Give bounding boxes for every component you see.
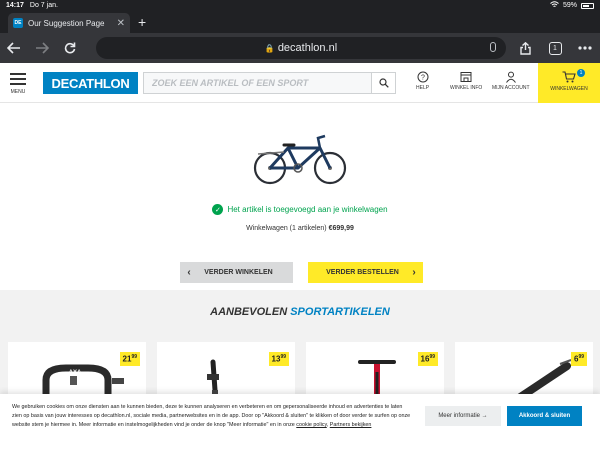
close-tab-icon[interactable]: ✕	[117, 18, 125, 29]
cookie-policy-link[interactable]: cookie policy	[296, 422, 326, 428]
price-tag: 1399	[268, 352, 289, 366]
accept-cookies-button[interactable]: Akkoord & sluiten	[507, 406, 582, 426]
menu-label: MENU	[10, 89, 26, 95]
chevron-right-icon: ›	[412, 267, 416, 278]
store-label: WINKEL INFO	[450, 85, 483, 91]
price-dec: 99	[280, 354, 286, 360]
decathlon-logo[interactable]: DECATHLON	[43, 72, 138, 94]
hamburger-icon	[10, 73, 26, 85]
url-text: decathlon.nl	[277, 42, 338, 54]
lock-icon: 🔒	[264, 43, 275, 53]
store-icon	[460, 72, 472, 82]
recommended-title-accent: SPORTARTIKELEN	[290, 306, 390, 318]
address-bar[interactable]: 🔒 decathlon.nl	[96, 37, 506, 59]
favicon: DE	[13, 18, 23, 28]
battery-percentage: 59%	[562, 2, 577, 9]
site-header: MENU DECATHLON ? HELP WINKEL INFO MIJN A…	[0, 63, 600, 103]
cart-label: WINKELWAGEN	[550, 86, 588, 92]
bike-pump-image	[358, 360, 396, 402]
tabs-button[interactable]: 1	[540, 34, 570, 62]
new-tab-icon[interactable]: +	[138, 13, 146, 31]
product-card[interactable]: 699	[455, 342, 593, 402]
continue-shopping-button[interactable]: ‹ VERDER WINKELEN	[180, 262, 293, 283]
cart-icon	[562, 71, 576, 83]
price-tag: 1699	[417, 352, 438, 366]
recommended-title-main: AANBEVOLEN	[210, 306, 291, 318]
cart-summary-text: Winkelwagen (1 artikelen)	[246, 225, 327, 232]
status-bar: 14:17 Do 7 jan. 59%	[0, 0, 600, 11]
browser-toolbar: 🔒 decathlon.nl 1	[0, 33, 600, 63]
user-icon	[505, 71, 516, 83]
product-card[interactable]: AXA 2199	[8, 342, 146, 402]
search-button[interactable]	[371, 73, 395, 93]
tab-strip: DE Our Suggestion Page ✕ +	[0, 11, 600, 33]
continue-order-button[interactable]: VERDER BESTELLEN ›	[308, 262, 423, 283]
chevron-left-icon: ‹	[187, 267, 191, 278]
more-info-button[interactable]: Meer informatie →	[425, 406, 501, 426]
help-icon: ?	[417, 71, 429, 83]
bike-light-image	[207, 359, 219, 402]
clock: 14:17	[6, 2, 24, 9]
bike-lock-image: AXA	[42, 364, 124, 402]
search-icon	[378, 78, 389, 88]
tabs-icon: 1	[548, 41, 562, 55]
wifi-icon	[550, 1, 559, 10]
forward-arrow-icon[interactable]	[28, 34, 56, 62]
cookie-banner: We gebruiken cookies om onze diensten aa…	[0, 394, 600, 450]
bicycle-image	[253, 134, 347, 185]
reload-icon[interactable]	[56, 34, 84, 62]
cookie-text: We gebruiken cookies om onze diensten aa…	[12, 404, 411, 428]
cart-summary: Winkelwagen (1 artikelen) €699,99	[0, 225, 600, 232]
bike-accessory-image	[509, 359, 572, 402]
cart-button[interactable]: 1 WINKELWAGEN	[538, 63, 600, 103]
help-label: HELP	[416, 85, 430, 91]
help-button[interactable]: ? HELP	[416, 71, 429, 99]
price-dec: 99	[429, 354, 435, 360]
account-label: MIJN ACCOUNT	[492, 85, 530, 91]
lock-brand-text: AXA	[69, 370, 82, 376]
battery-icon	[581, 2, 594, 9]
recommended-title: AANBEVOLEN SPORTARTIKELEN	[0, 306, 600, 318]
price-dec: 99	[131, 354, 137, 360]
share-icon[interactable]	[510, 34, 540, 62]
cart-count-badge: 1	[577, 69, 585, 77]
success-message: ✓ Het artikel is toegevoegd aan je winke…	[0, 204, 600, 215]
price-dec: 99	[578, 354, 584, 360]
continue-order-label: VERDER BESTELLEN	[326, 269, 399, 276]
partners-link[interactable]: Partners bekijken	[330, 422, 372, 428]
continue-shopping-label: VERDER WINKELEN	[204, 269, 273, 276]
product-card[interactable]: 1399	[157, 342, 295, 402]
menu-button[interactable]: MENU	[6, 69, 30, 99]
svg-text:?: ?	[421, 75, 425, 82]
search-box	[143, 72, 396, 94]
account-button[interactable]: MIJN ACCOUNT	[492, 71, 530, 99]
toolbar-right: 1	[510, 33, 600, 63]
store-info-button[interactable]: WINKEL INFO	[450, 71, 482, 99]
price-tag: 699	[570, 352, 587, 366]
status-right: 59%	[550, 1, 594, 10]
cart-total: €699,99	[328, 225, 354, 232]
tab-title: Our Suggestion Page	[28, 18, 105, 28]
date: Do 7 jan.	[29, 2, 58, 9]
more-icon[interactable]	[570, 34, 600, 62]
back-arrow-icon[interactable]	[0, 34, 28, 62]
browser-tab[interactable]: DE Our Suggestion Page ✕	[8, 13, 130, 33]
mic-icon[interactable]	[490, 42, 496, 52]
product-card[interactable]: 1699	[306, 342, 444, 402]
search-input[interactable]	[144, 73, 371, 93]
check-circle-icon: ✓	[212, 204, 224, 215]
success-text: Het artikel is toegevoegd aan je winkelw…	[227, 205, 388, 214]
price-tag: 2199	[119, 352, 140, 366]
